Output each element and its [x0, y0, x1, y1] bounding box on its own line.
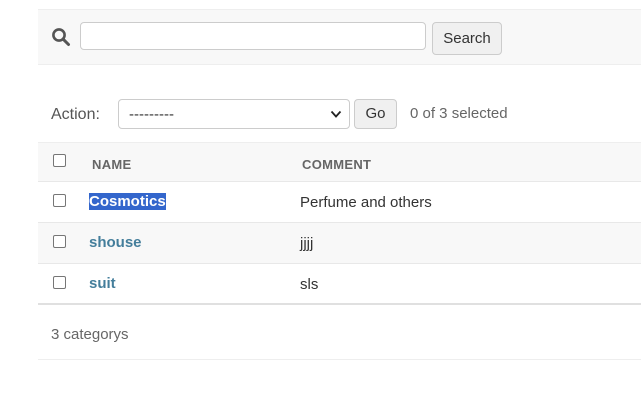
row-comment: sls	[300, 276, 319, 293]
table-row: suit sls	[38, 264, 641, 305]
column-header-name[interactable]: NAME	[92, 157, 131, 172]
go-button[interactable]: Go	[354, 99, 397, 129]
table-row: Cosmotics Perfume and others	[38, 182, 641, 223]
row-name-link[interactable]: suit	[89, 275, 116, 292]
result-count: 3 categorys	[51, 326, 129, 343]
row-name-link[interactable]: Cosmotics	[89, 193, 166, 210]
chevron-down-icon	[330, 110, 342, 118]
search-toolbar: Search	[38, 9, 641, 65]
row-comment: jjjj	[300, 235, 314, 252]
search-icon	[52, 28, 70, 46]
row-checkbox[interactable]	[53, 194, 66, 207]
search-input[interactable]	[80, 22, 426, 50]
search-button[interactable]: Search	[432, 22, 502, 55]
action-select[interactable]: ---------	[118, 99, 350, 129]
action-select-value: ---------	[129, 106, 174, 123]
row-checkbox[interactable]	[53, 276, 66, 289]
results-table: NAME COMMENT Cosmotics Perfume and other…	[38, 142, 641, 305]
actions-bar: Action: --------- Go 0 of 3 selected	[38, 86, 641, 142]
paginator: 3 categorys	[38, 307, 641, 360]
selection-counter: 0 of 3 selected	[410, 105, 508, 122]
select-all-checkbox[interactable]	[53, 154, 66, 167]
row-checkbox[interactable]	[53, 235, 66, 248]
row-comment: Perfume and others	[300, 194, 432, 211]
action-label: Action:	[51, 106, 100, 123]
table-row: shouse jjjj	[38, 223, 641, 264]
changelist-page: Search Action: --------- Go 0 of 3 selec…	[0, 0, 641, 410]
column-header-comment[interactable]: COMMENT	[302, 157, 371, 172]
table-header: NAME COMMENT	[38, 142, 641, 182]
row-name-link[interactable]: shouse	[89, 234, 142, 251]
